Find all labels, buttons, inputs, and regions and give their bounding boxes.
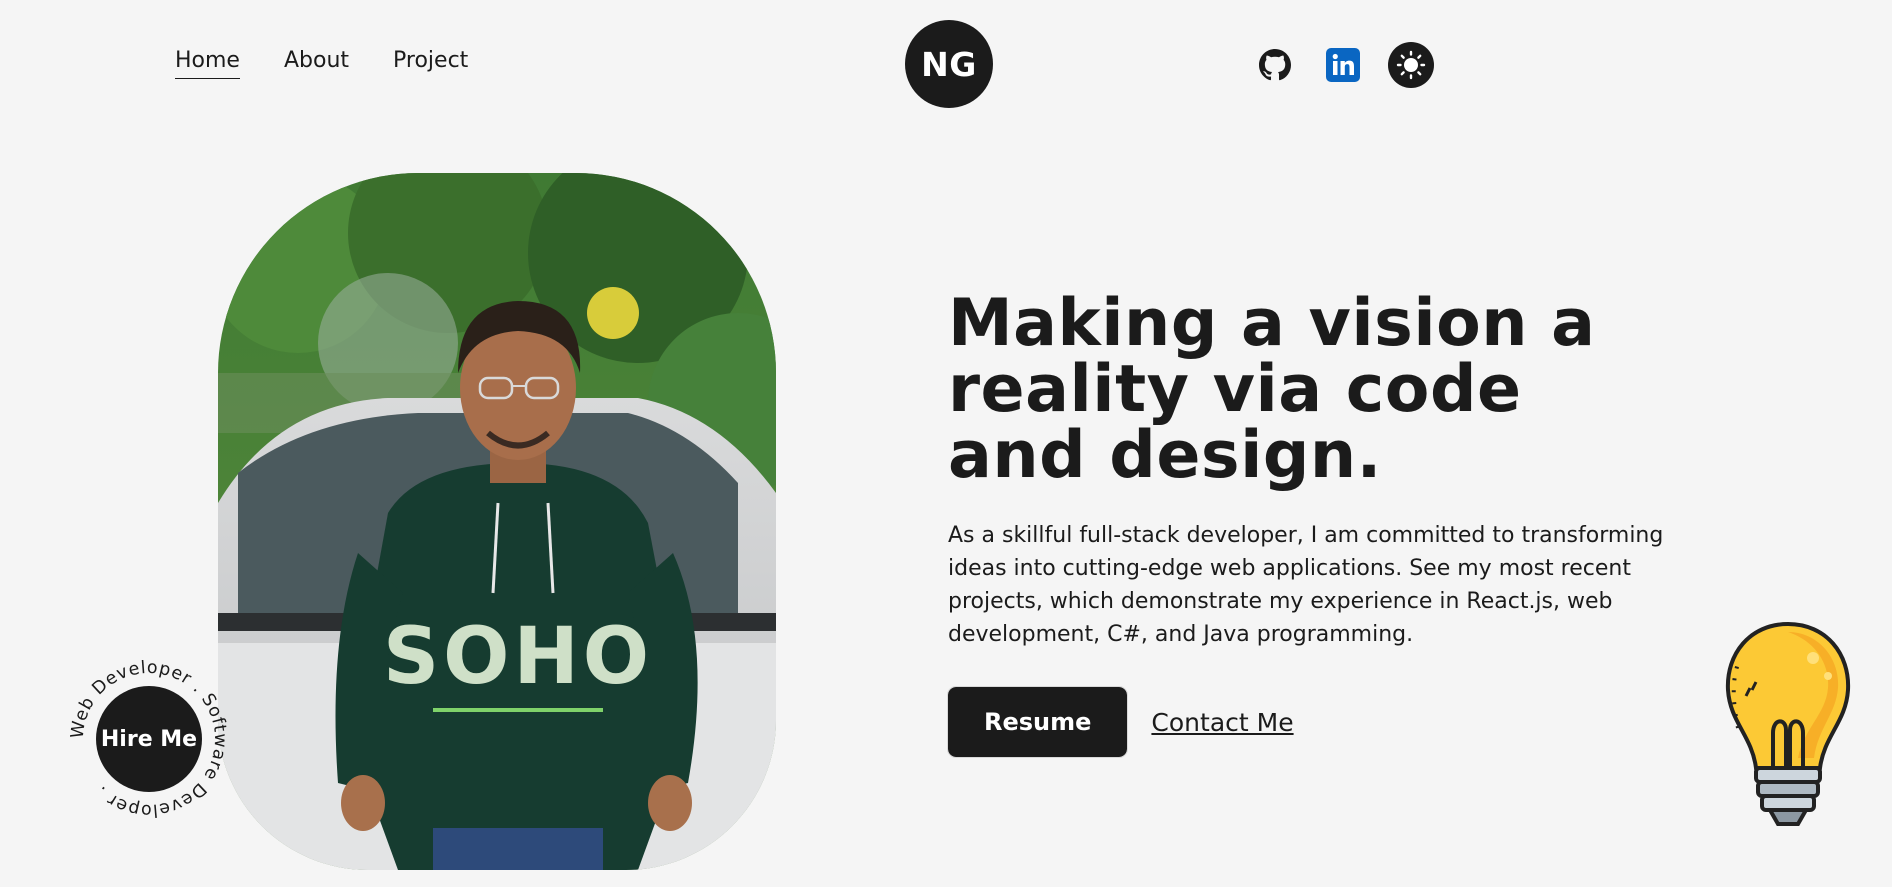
hero-actions: Resume Contact Me [946,686,1678,758]
github-link[interactable] [1252,42,1298,88]
nav-project-link[interactable]: Project [393,48,468,79]
lightbulb-icon [1718,618,1858,850]
hero-title: Making a vision a reality via code and d… [948,286,1596,493]
hero-section: Making a vision a reality via code and d… [946,286,1678,758]
nav-home-link[interactable]: Home [175,48,240,79]
github-icon [1259,49,1291,81]
logo-badge[interactable]: NG [905,20,993,108]
hire-me-badge[interactable]: Web Developer . Software Developer . Hir… [68,658,230,820]
theme-toggle-button[interactable] [1388,42,1434,88]
hire-me-label[interactable]: Hire Me [96,686,202,792]
portfolio-page: Home About Project NG SOHO Making a visi… [0,0,1892,887]
contact-me-link[interactable]: Contact Me [1151,708,1293,737]
social-links [1252,42,1434,88]
linkedin-link[interactable] [1320,42,1366,88]
sun-icon [1396,50,1426,80]
hero-description: As a skillful full-stack developer, I am… [948,523,1664,647]
linkedin-icon [1326,48,1360,82]
main-nav: Home About Project [175,48,468,79]
resume-button[interactable]: Resume [946,686,1129,758]
profile-photo: SOHO [218,173,776,870]
nav-about-link[interactable]: About [284,48,349,79]
svg-text:SOHO: SOHO [383,612,653,702]
